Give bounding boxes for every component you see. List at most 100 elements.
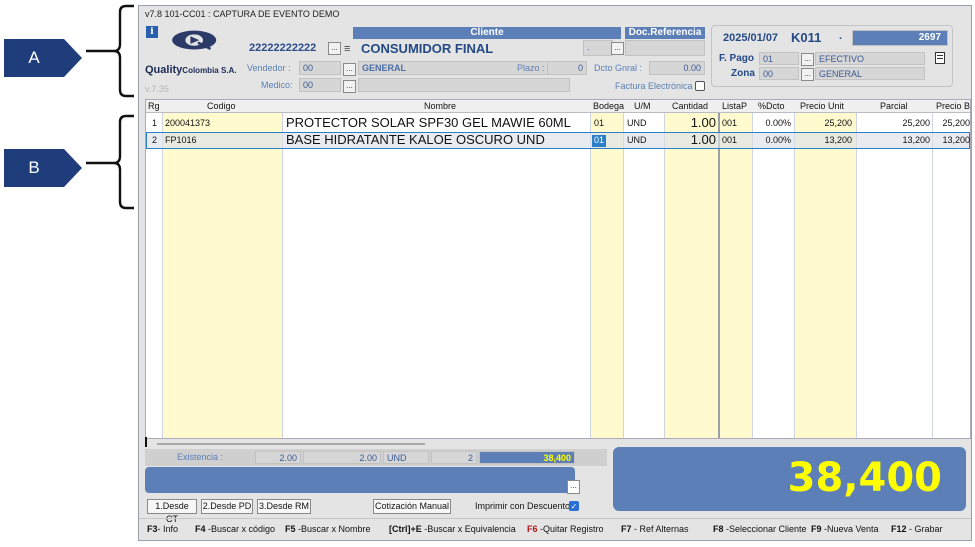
fkey-f3-label: - Info <box>157 524 179 534</box>
docref-lookup-button[interactable]: ... <box>611 42 624 55</box>
function-key-bar: F3- Info F4 -Buscar x código F5 -Buscar … <box>139 518 971 540</box>
client-lookup-button[interactable]: ... <box>328 42 341 55</box>
grid-header: Rg Codigo Nombre Bodega U/M Cantidad Lis… <box>146 100 970 113</box>
client-menu-icon[interactable]: ≡ <box>344 43 350 55</box>
fkey-f8[interactable]: F8 -Seleccionar Cliente <box>713 524 807 534</box>
row-um[interactable]: UND <box>627 118 647 128</box>
col-nombre[interactable]: Nombre <box>424 101 456 111</box>
fkey-ctrl-e[interactable]: [Ctrl]+E -Buscar x Equivalencia <box>389 524 516 534</box>
existencia-label: Existencia : <box>177 452 224 462</box>
fkey-f7[interactable]: F7 - Ref Alternas <box>621 524 689 534</box>
row-rg: 1 <box>152 118 158 128</box>
client-id[interactable]: 22222222222 <box>249 42 316 54</box>
doc-number: 2697 <box>918 32 941 43</box>
subtotal-value: 38,400 <box>543 453 571 463</box>
dcto-field[interactable]: 0.00 <box>649 61 705 75</box>
zona-lookup-button[interactable]: ... <box>801 68 814 81</box>
callout-a-label: A <box>28 48 40 67</box>
scroll-marker[interactable] <box>145 437 147 447</box>
col-cantidad[interactable]: Cantidad <box>672 101 708 111</box>
fkey-ctrl-e-label: -Buscar x Equivalencia <box>421 524 516 534</box>
table-row[interactable]: 1 200041373 PROTECTOR SOLAR SPF30 GEL MA… <box>146 115 970 132</box>
medico-lookup-button[interactable]: ... <box>343 80 356 93</box>
row-precio-b: 13,200 <box>942 135 970 145</box>
row-rg: 2 <box>152 135 158 145</box>
cotizacion-manual-button[interactable]: Cotización Manual <box>373 499 451 514</box>
fkey-f8-label: -Seleccionar Cliente <box>723 524 807 534</box>
desde-rm-button[interactable]: 3.Desde RM <box>257 499 311 514</box>
factura-checkbox[interactable] <box>695 81 705 91</box>
row-precio-unit[interactable]: 25,200 <box>796 118 852 128</box>
vendedor-lookup-button[interactable]: ... <box>343 63 356 76</box>
document-icon[interactable] <box>935 52 945 64</box>
vendedor-field[interactable]: 00 <box>299 61 341 75</box>
fkey-f3[interactable]: F3- Info <box>147 524 178 534</box>
desde-pd-button[interactable]: 2.Desde PD <box>201 499 253 514</box>
table-row[interactable]: 2 FP1016 BASE HIDRATANTE KALOE OSCURO UN… <box>146 132 970 149</box>
imprimir-checkbox[interactable]: ✓ <box>569 501 579 511</box>
fkey-f6-label: -Quitar Registro <box>537 524 604 534</box>
fkey-f9[interactable]: F9 -Nueva Venta <box>811 524 879 534</box>
row-listap[interactable]: 001 <box>722 135 737 145</box>
col-listap[interactable]: ListaP <box>722 101 747 111</box>
row-precio-unit[interactable]: 13,200 <box>796 135 852 145</box>
horizontal-scrollbar[interactable] <box>157 443 425 445</box>
col-dcto[interactable]: %Dcto <box>758 101 785 111</box>
fkey-f7-key: F7 <box>621 524 632 534</box>
fkey-f4[interactable]: F4 -Buscar x código <box>195 524 275 534</box>
row-bodega[interactable]: 01 <box>594 118 604 128</box>
medico-field[interactable]: 00 <box>299 78 341 92</box>
total-panel: 38,400 <box>613 447 966 511</box>
brace-a <box>86 4 134 98</box>
fpago-field[interactable]: 01 <box>759 52 799 65</box>
notes-field[interactable] <box>145 467 575 493</box>
col-precio-unit[interactable]: Precio Unit <box>800 101 844 111</box>
docref-number-field[interactable] <box>625 40 705 56</box>
col-rg[interactable]: Rg <box>148 101 160 111</box>
row-codigo[interactable]: FP1016 <box>165 135 197 145</box>
row-nombre[interactable]: PROTECTOR SOLAR SPF30 GEL MAWIE 60ML <box>286 115 571 130</box>
fkey-f5-label: -Buscar x Nombre <box>295 524 371 534</box>
plazo-field[interactable]: 0 <box>547 61 587 75</box>
fkey-ctrl-e-key: [Ctrl]+E <box>389 524 422 534</box>
fkey-f12[interactable]: F12 - Grabar <box>891 524 943 534</box>
fpago-label: F. Pago <box>719 53 755 64</box>
desde-ct-button[interactable]: 1.Desde CT <box>147 499 197 524</box>
fkey-f9-key: F9 <box>811 524 822 534</box>
fkey-f12-label: - Grabar <box>906 524 943 534</box>
row-cantidad[interactable]: 1.00 <box>666 132 716 147</box>
exist-1: 2.00 <box>255 451 301 464</box>
total-amount: 38,400 <box>787 455 942 501</box>
row-cantidad[interactable]: 1.00 <box>666 115 716 130</box>
row-um[interactable]: UND <box>627 135 647 145</box>
col-precio-b[interactable]: Precio B <box>936 101 970 111</box>
row-bodega-active[interactable]: 01 <box>592 135 607 147</box>
fpago-name: EFECTIVO <box>815 52 925 65</box>
client-name: CONSUMIDOR FINAL <box>361 41 494 56</box>
docref-field[interactable]: . <box>583 40 613 56</box>
row-nombre[interactable]: BASE HIDRATANTE KALOE OSCURO UND <box>286 132 545 147</box>
row-dcto[interactable]: 0.00% <box>752 118 791 128</box>
fpago-lookup-button[interactable]: ... <box>801 53 814 66</box>
plazo-label: Plazo : <box>517 63 545 73</box>
col-codigo[interactable]: Codigo <box>207 101 236 111</box>
items-grid[interactable]: Rg Codigo Nombre Bodega U/M Cantidad Lis… <box>145 99 971 439</box>
col-um[interactable]: U/M <box>634 101 651 111</box>
row-codigo[interactable]: 200041373 <box>165 118 210 128</box>
doc-number-field[interactable]: 2697 <box>852 30 948 46</box>
info-icon[interactable]: i <box>146 26 158 38</box>
row-dcto[interactable]: 0.00% <box>752 135 791 145</box>
col-bodega[interactable]: Bodega <box>593 101 624 111</box>
fkey-f5[interactable]: F5 -Buscar x Nombre <box>285 524 371 534</box>
fkey-f6[interactable]: F6 -Quitar Registro <box>527 524 604 534</box>
zona-label: Zona <box>731 68 755 79</box>
brand-name-suffix: Colombia S.A. <box>182 66 237 75</box>
notes-expand-button[interactable]: ... <box>567 480 580 494</box>
fkey-f8-key: F8 <box>713 524 724 534</box>
doc-date: 2025/01/07 <box>723 32 779 44</box>
zona-field[interactable]: 00 <box>759 67 799 80</box>
screen: A B v7.8 101-CC01 : CAPTURA DE EVENTO DE… <box>0 0 975 547</box>
row-precio-b: 25,200 <box>942 118 970 128</box>
row-listap[interactable]: 001 <box>722 118 737 128</box>
col-parcial[interactable]: Parcial <box>880 101 908 111</box>
